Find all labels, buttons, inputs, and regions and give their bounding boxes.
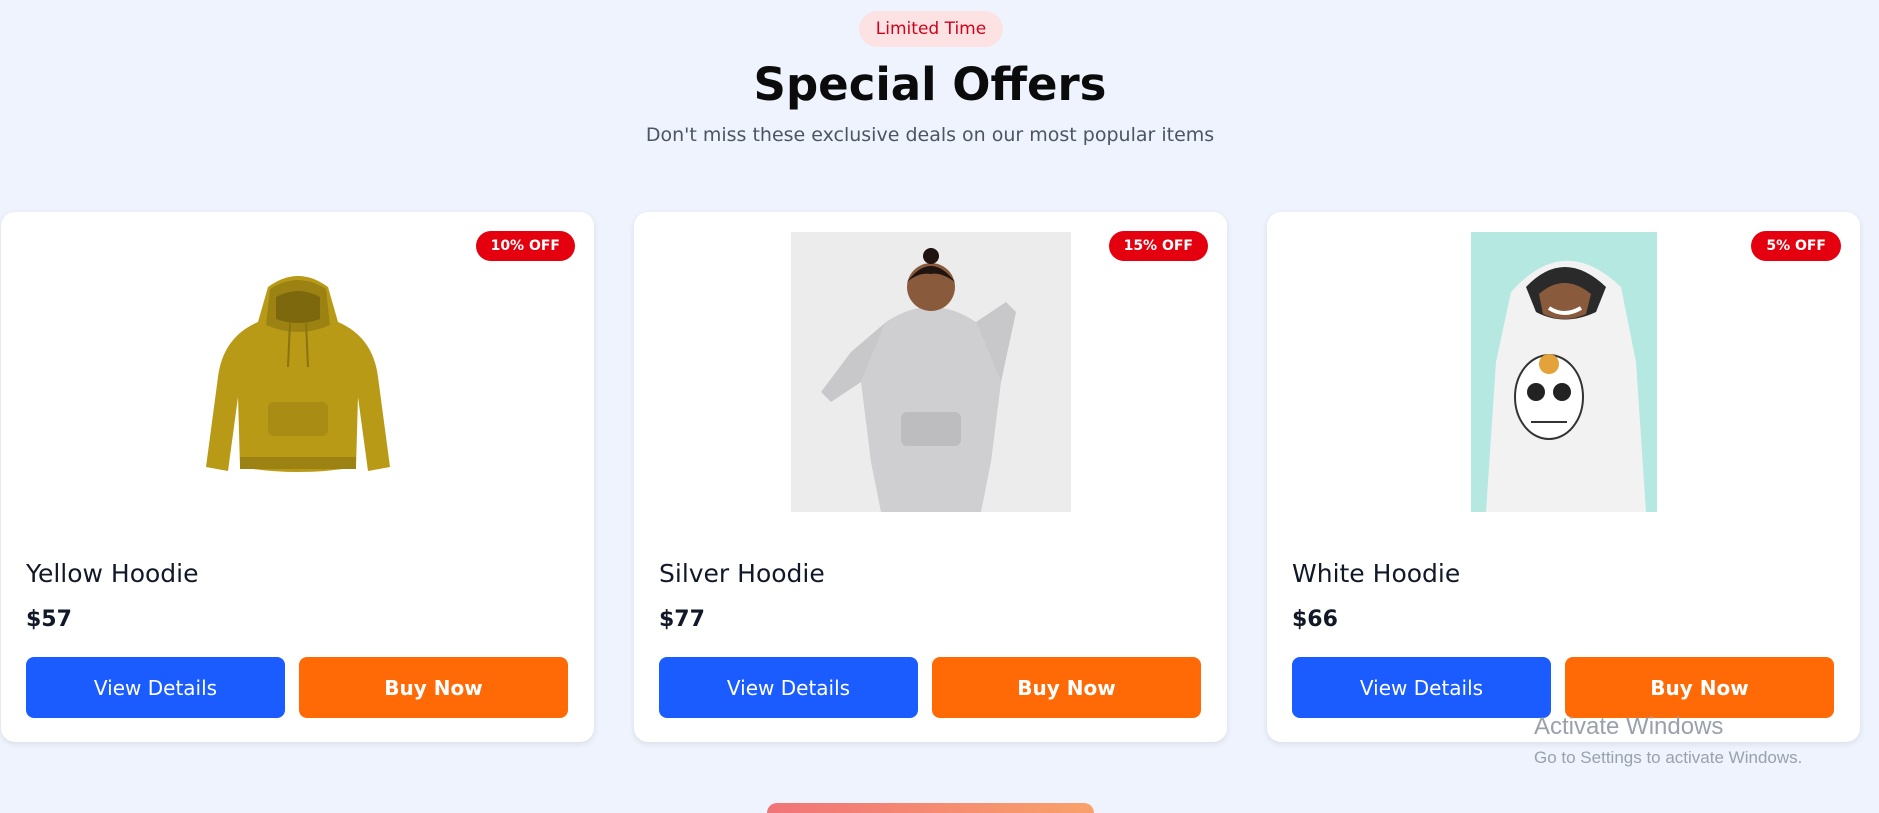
gradient-cta-button[interactable] — [767, 803, 1094, 813]
product-image-wrap — [634, 231, 1227, 512]
view-details-button[interactable]: View Details — [1292, 657, 1551, 718]
product-card-white-hoodie: 5% OFF White Hoodie $66 View Details Buy… — [1267, 212, 1860, 742]
product-image-wrap — [1, 231, 594, 512]
buy-now-button[interactable]: Buy Now — [1565, 657, 1834, 718]
view-details-button[interactable]: View Details — [659, 657, 918, 718]
product-price: $66 — [1292, 607, 1338, 632]
windows-activation-watermark-title: Activate Windows — [1534, 713, 1724, 740]
product-price: $77 — [659, 607, 705, 632]
product-name: White Hoodie — [1292, 559, 1461, 588]
product-image-wrap — [1267, 231, 1860, 512]
yellow-hoodie-image[interactable] — [198, 267, 398, 477]
page-subtitle: Don't miss these exclusive deals on our … — [645, 124, 1215, 146]
special-offers-section: Limited Time Special Offers Don't miss t… — [0, 0, 1879, 813]
product-card-yellow-hoodie: 10% OFF Yellow Hoodie $57 View Details B… — [1, 212, 594, 742]
product-card-silver-hoodie: 15% OFF Silver Hoodie $77 View Details B… — [634, 212, 1227, 742]
buy-now-button[interactable]: Buy Now — [932, 657, 1201, 718]
product-name: Yellow Hoodie — [26, 559, 199, 588]
product-name: Silver Hoodie — [659, 559, 825, 588]
view-details-button[interactable]: View Details — [26, 657, 285, 718]
page-title: Special Offers — [753, 58, 1107, 111]
product-price: $57 — [26, 607, 72, 632]
silver-hoodie-image[interactable] — [790, 231, 1071, 512]
buy-now-button[interactable]: Buy Now — [299, 657, 568, 718]
windows-activation-watermark-subtitle: Go to Settings to activate Windows. — [1534, 748, 1803, 767]
white-hoodie-image[interactable] — [1470, 231, 1657, 512]
limited-time-badge: Limited Time — [859, 11, 1003, 47]
